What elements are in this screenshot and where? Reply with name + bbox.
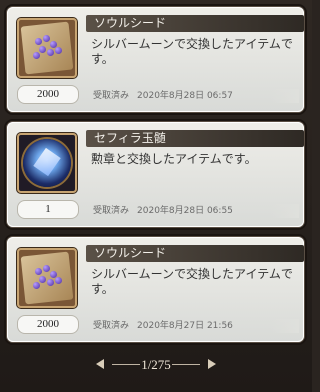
seed-bag-graphic <box>20 251 74 305</box>
item-title: ソウルシード <box>86 245 304 262</box>
item-status-line: 受取済み 2020年8月28日 06:57 <box>93 89 299 103</box>
soul-seed-icon <box>17 248 77 308</box>
item-status-line: 受取済み 2020年8月28日 06:55 <box>93 204 299 218</box>
item-status: 受取済み <box>93 321 130 331</box>
item-description: シルバームーンで交換したアイテムです。 <box>91 37 293 66</box>
soul-seed-icon <box>17 18 77 78</box>
item-count: 1 <box>17 200 79 219</box>
history-item-card[interactable]: 1 セフィラ玉髄 勲章と交換したアイテムです。 受取済み 2020年8月28日 0… <box>7 122 304 227</box>
item-status: 受取済み <box>93 206 130 216</box>
item-status-line: 受取済み 2020年8月27日 21:56 <box>93 319 299 333</box>
history-item-card[interactable]: 2000 ソウルシード シルバームーンで交換したアイテムです。 受取済み 2020… <box>7 7 304 112</box>
item-count: 2000 <box>17 315 79 334</box>
item-date: 2020年8月27日 21:56 <box>137 321 233 331</box>
item-date: 2020年8月28日 06:57 <box>137 91 233 101</box>
item-title: セフィラ玉髄 <box>86 130 304 147</box>
history-item-card[interactable]: 2000 ソウルシード シルバームーンで交換したアイテムです。 受取済み 2020… <box>7 237 304 342</box>
item-description: シルバームーンで交換したアイテムです。 <box>91 267 293 296</box>
next-page-arrow-icon[interactable] <box>208 359 216 369</box>
gift-history-panel: 2000 ソウルシード シルバームーンで交換したアイテムです。 受取済み 2020… <box>0 0 312 392</box>
page-indicator: 1/275 <box>141 357 171 372</box>
seed-bag-graphic <box>20 21 74 75</box>
item-date: 2020年8月28日 06:55 <box>137 206 233 216</box>
item-description: 勲章と交換したアイテムです。 <box>91 152 257 166</box>
sephira-chalcedony-icon <box>17 133 77 193</box>
gem-graphic <box>23 139 71 187</box>
item-count: 2000 <box>17 85 79 104</box>
item-title: ソウルシード <box>86 15 304 32</box>
pager-divider <box>172 364 200 365</box>
item-status: 受取済み <box>93 91 130 101</box>
